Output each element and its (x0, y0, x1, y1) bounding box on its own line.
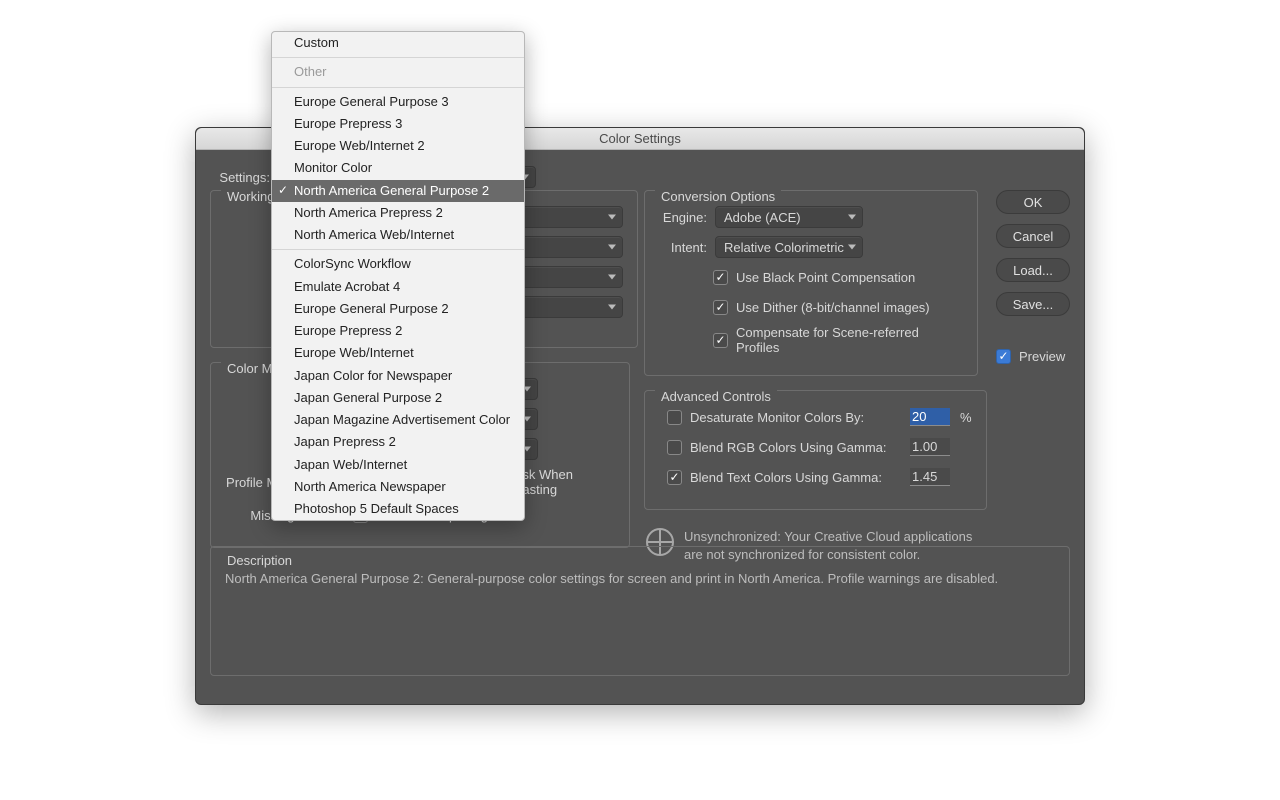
load-button[interactable]: Load... (996, 258, 1070, 282)
settings-option[interactable]: ColorSync Workflow (272, 253, 524, 275)
bpc-label: Use Black Point Compensation (736, 270, 915, 285)
description-group: Description North America General Purpos… (210, 546, 1070, 676)
scene-label: Compensate for Scene-referred Profiles (736, 325, 963, 355)
advanced-legend: Advanced Controls (655, 389, 777, 404)
mismatch-paste-label: Ask When Pasting (514, 467, 615, 497)
description-legend: Description (221, 553, 298, 568)
desaturate-label: Desaturate Monitor Colors By: (690, 410, 910, 425)
settings-option[interactable]: Europe General Purpose 2 (272, 298, 524, 320)
settings-option[interactable]: Europe Web/Internet (272, 342, 524, 364)
preview-checkbox[interactable] (996, 349, 1011, 364)
scene-checkbox[interactable] (713, 333, 728, 348)
button-column: OK Cancel Load... Save... Preview (996, 190, 1070, 374)
right-column: Conversion Options Engine: Adobe (ACE) In… (644, 190, 978, 565)
settings-option[interactable]: Japan Web/Internet (272, 454, 524, 476)
settings-option[interactable]: North America General Purpose 2 (272, 180, 524, 202)
settings-option[interactable]: Europe Prepress 3 (272, 113, 524, 135)
dither-label: Use Dither (8-bit/channel images) (736, 300, 930, 315)
intent-label: Intent: (659, 240, 707, 255)
text-gamma-input[interactable]: 1.45 (910, 468, 950, 486)
conversion-options-group: Conversion Options Engine: Adobe (ACE) In… (644, 190, 978, 376)
settings-option[interactable]: Europe Prepress 2 (272, 320, 524, 342)
settings-option[interactable]: North America Prepress 2 (272, 202, 524, 224)
desaturate-unit: % (960, 410, 972, 425)
popup-separator (272, 249, 524, 250)
settings-option[interactable]: Photoshop 5 Default Spaces (272, 498, 524, 520)
description-text: North America General Purpose 2: General… (225, 569, 1055, 589)
rgb-gamma-label: Blend RGB Colors Using Gamma: (690, 440, 910, 455)
popup-separator (272, 57, 524, 58)
settings-option[interactable]: Europe Web/Internet 2 (272, 135, 524, 157)
settings-option[interactable]: Japan General Purpose 2 (272, 387, 524, 409)
settings-option[interactable]: Europe General Purpose 3 (272, 91, 524, 113)
settings-option[interactable]: Emulate Acrobat 4 (272, 276, 524, 298)
desaturate-checkbox[interactable] (667, 410, 682, 425)
settings-option: Other (272, 61, 524, 83)
description-area: Description North America General Purpos… (210, 546, 1070, 690)
dither-checkbox[interactable] (713, 300, 728, 315)
preview-label: Preview (1019, 349, 1065, 364)
cancel-button[interactable]: Cancel (996, 224, 1070, 248)
settings-option[interactable]: Japan Magazine Advertisement Color (272, 409, 524, 431)
ok-button[interactable]: OK (996, 190, 1070, 214)
intent-select[interactable]: Relative Colorimetric (715, 236, 863, 258)
text-gamma-checkbox[interactable] (667, 470, 682, 485)
advanced-controls-group: Advanced Controls Desaturate Monitor Col… (644, 390, 987, 510)
save-button[interactable]: Save... (996, 292, 1070, 316)
rgb-gamma-input[interactable]: 1.00 (910, 438, 950, 456)
desaturate-input[interactable]: 20 (910, 408, 950, 426)
rgb-gamma-checkbox[interactable] (667, 440, 682, 455)
settings-label: Settings: (210, 170, 270, 185)
settings-option[interactable]: Japan Prepress 2 (272, 431, 524, 453)
settings-dropdown-popup[interactable]: CustomOtherEurope General Purpose 3Europ… (271, 31, 525, 521)
engine-select[interactable]: Adobe (ACE) (715, 206, 863, 228)
settings-option[interactable]: North America Newspaper (272, 476, 524, 498)
settings-option[interactable]: North America Web/Internet (272, 224, 524, 246)
engine-label: Engine: (659, 210, 707, 225)
popup-separator (272, 87, 524, 88)
settings-option[interactable]: Custom (272, 32, 524, 54)
conversion-legend: Conversion Options (655, 189, 781, 204)
settings-option[interactable]: Monitor Color (272, 157, 524, 179)
text-gamma-label: Blend Text Colors Using Gamma: (690, 470, 910, 485)
bpc-checkbox[interactable] (713, 270, 728, 285)
settings-option[interactable]: Japan Color for Newspaper (272, 365, 524, 387)
